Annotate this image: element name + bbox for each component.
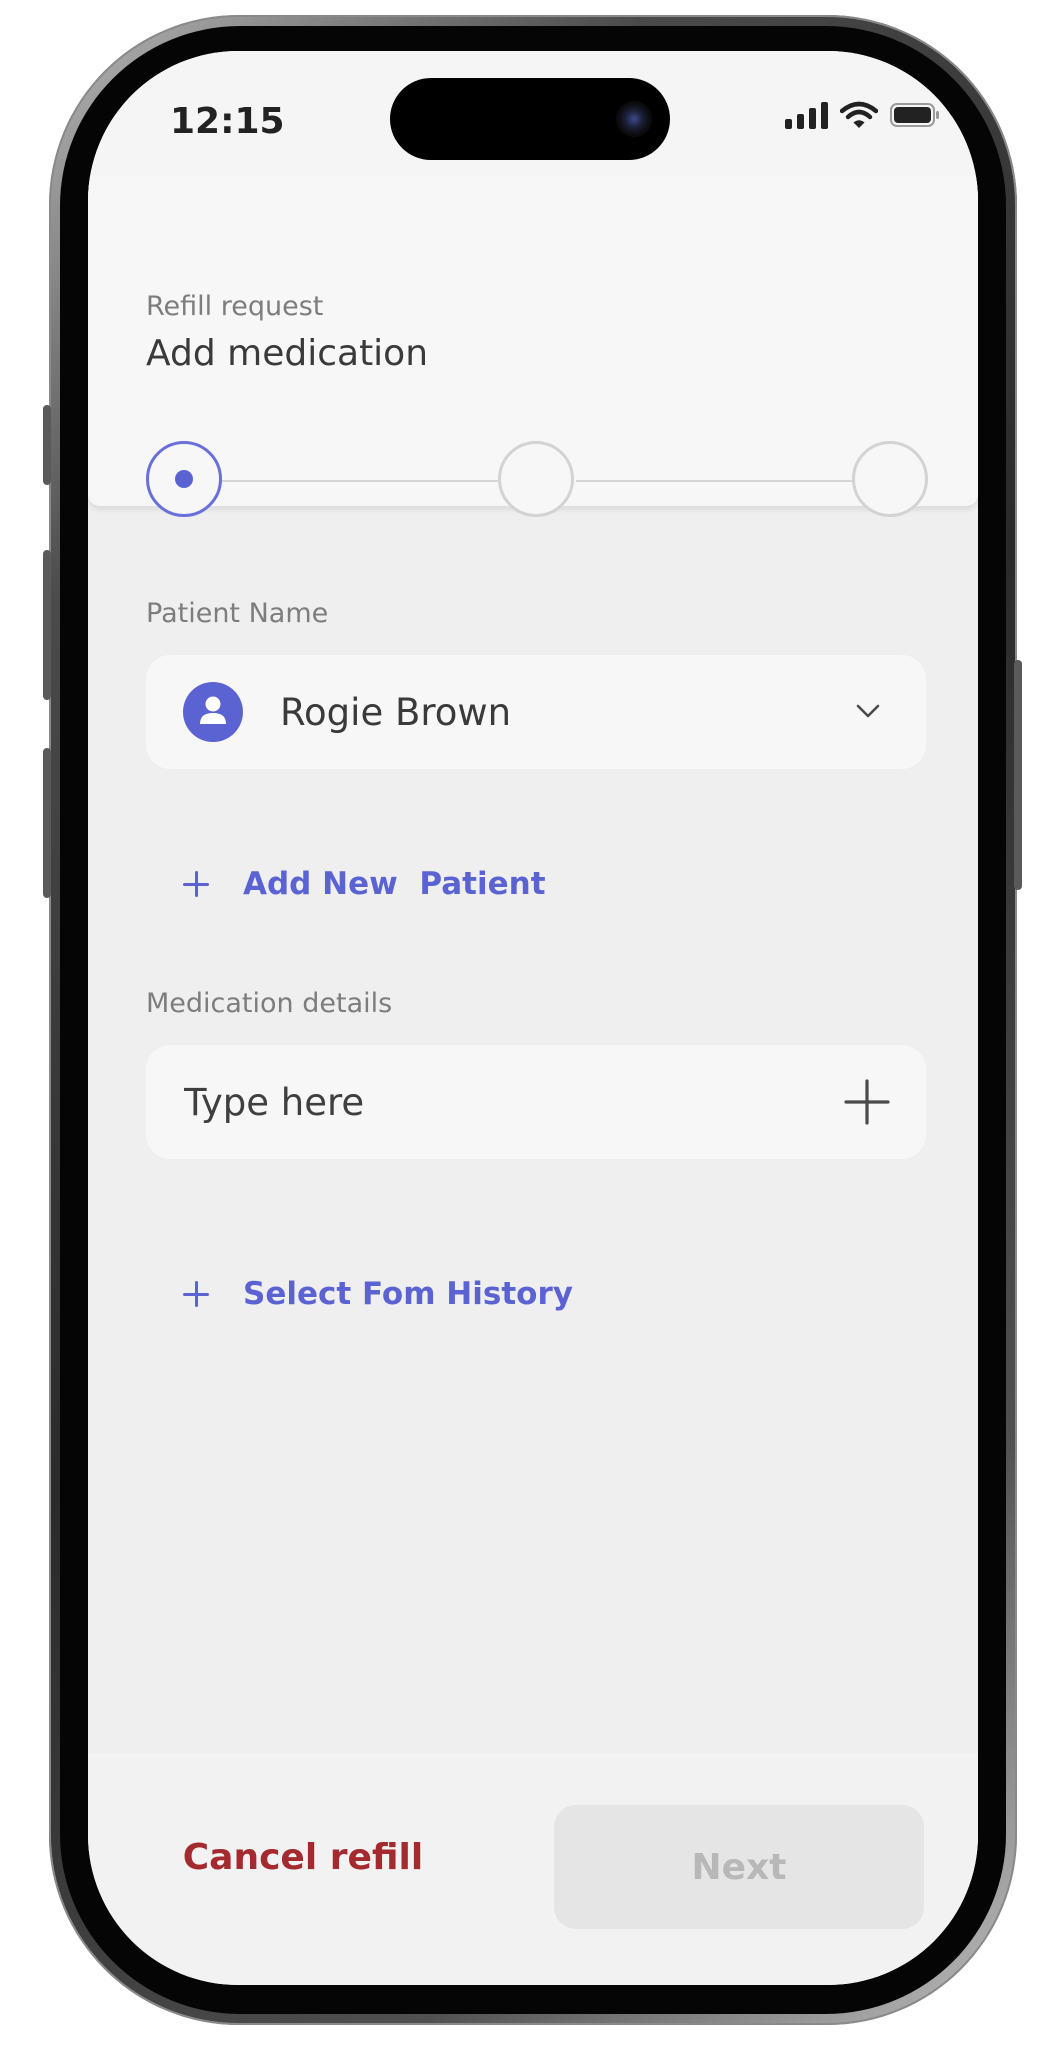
medication-details-label: Medication details xyxy=(146,988,393,1019)
step-2-indicator xyxy=(498,441,574,517)
page-title: Add medication xyxy=(146,333,429,374)
battery-icon xyxy=(890,102,940,128)
plus-icon xyxy=(183,871,209,897)
add-medication-icon[interactable] xyxy=(844,1079,890,1129)
bottom-action-bar: Cancel refill Next xyxy=(88,1753,978,1985)
step-1-indicator xyxy=(146,441,222,517)
medication-input[interactable] xyxy=(184,1081,784,1124)
wifi-icon xyxy=(840,101,878,129)
stepper-connector xyxy=(220,480,498,482)
progress-stepper xyxy=(146,441,928,521)
header-card: Refill request Add medication xyxy=(88,176,978,517)
phone-screen: 12:15 Refill request Add medication Pati… xyxy=(88,51,978,1985)
volume-up-button xyxy=(43,550,51,700)
signal-icon xyxy=(785,101,828,129)
cancel-refill-button[interactable]: Cancel refill xyxy=(148,1827,458,1887)
plus-icon xyxy=(183,1281,209,1307)
next-button[interactable]: Next xyxy=(554,1805,924,1929)
camera-icon xyxy=(616,101,652,137)
dynamic-island xyxy=(390,78,670,160)
add-new-patient-link[interactable]: Add New Patient xyxy=(183,866,546,902)
select-from-history-label: Select Fom History xyxy=(243,1276,573,1312)
volume-down-button xyxy=(43,748,51,898)
header-subtitle: Refill request xyxy=(146,291,324,322)
add-new-patient-label: Add New Patient xyxy=(243,866,546,902)
stepper-connector xyxy=(576,480,854,482)
step-3-indicator xyxy=(852,441,928,517)
status-time: 12:15 xyxy=(170,101,285,142)
medication-input-box xyxy=(146,1045,926,1159)
patient-select[interactable]: Rogie Brown xyxy=(146,655,926,769)
user-avatar-icon xyxy=(183,682,243,742)
power-button xyxy=(1014,660,1022,890)
select-from-history-link[interactable]: Select Fom History xyxy=(183,1276,573,1312)
action-button xyxy=(43,405,51,485)
chevron-down-icon[interactable] xyxy=(854,697,882,729)
selected-patient-name: Rogie Brown xyxy=(280,691,512,734)
step-current-dot xyxy=(175,470,193,488)
status-icons xyxy=(785,101,940,129)
patient-name-label: Patient Name xyxy=(146,598,329,629)
